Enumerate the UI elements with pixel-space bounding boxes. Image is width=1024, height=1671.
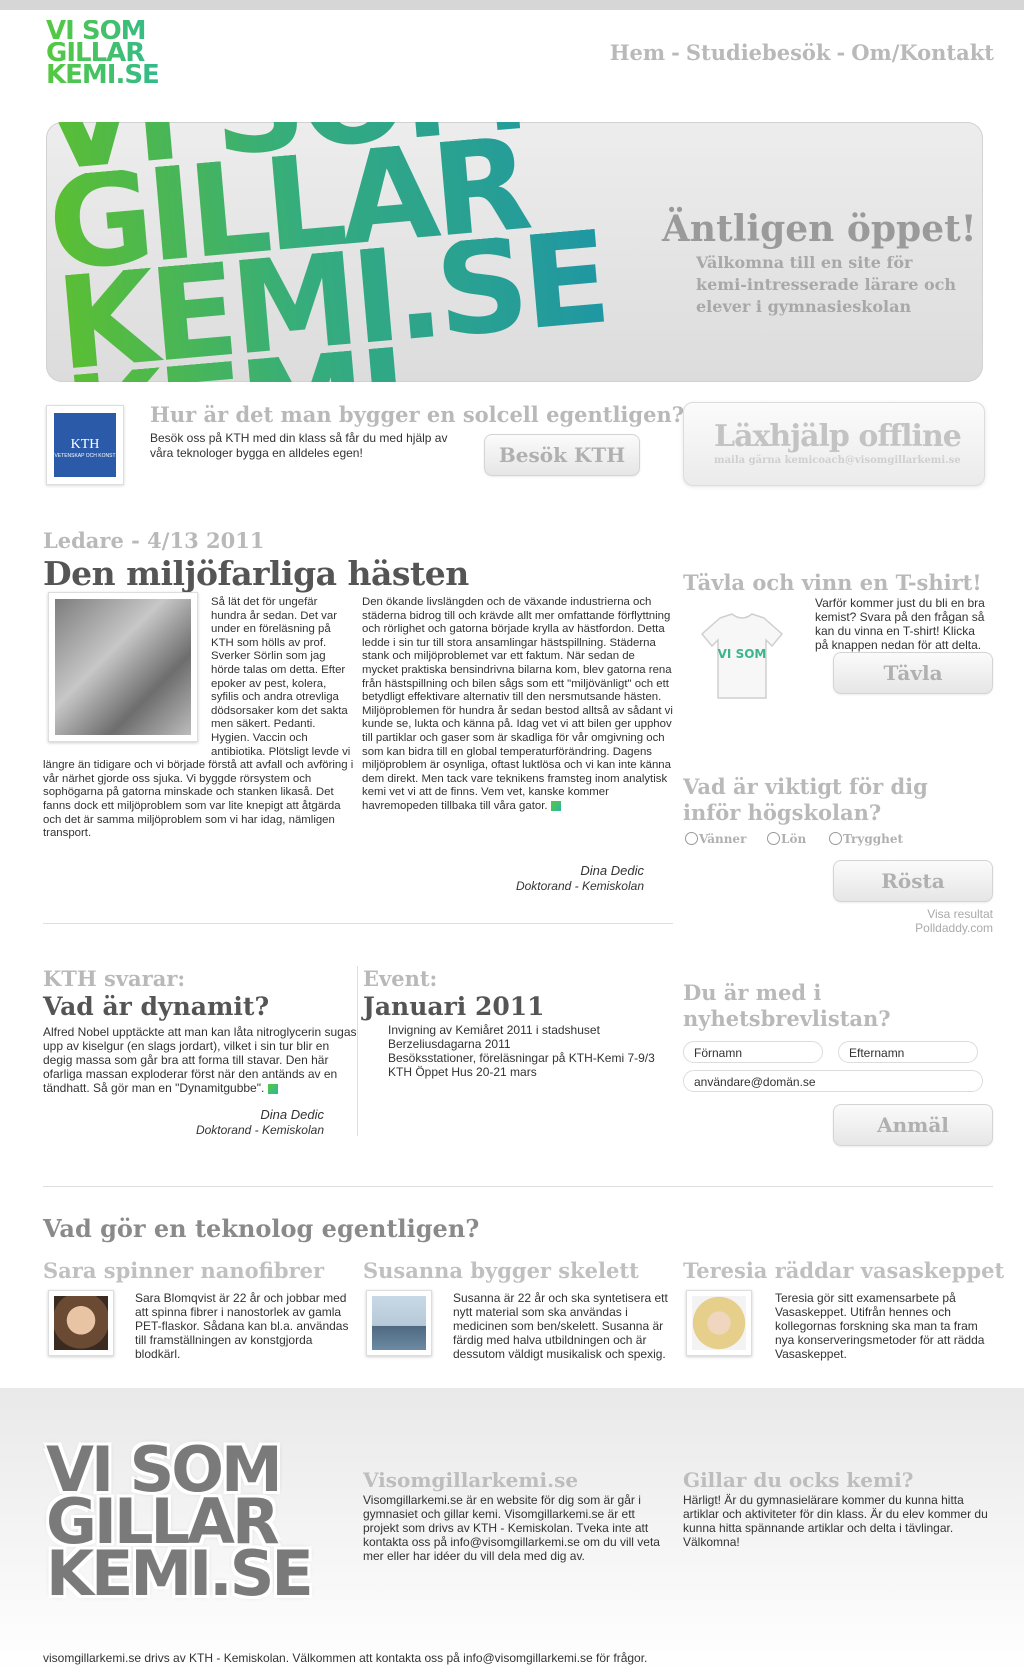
- vote-button[interactable]: Rösta: [833, 860, 993, 902]
- site-logo[interactable]: VI SOM GILLAR KEMI.SE: [46, 18, 184, 90]
- poll-provider-link[interactable]: Polldaddy.com: [833, 921, 993, 935]
- nav-contact-link[interactable]: Om/Kontakt: [851, 40, 994, 65]
- editorial-text-2: Den ökande livslängden och de växande in…: [362, 596, 673, 812]
- poll-option-label: Lön: [781, 832, 807, 846]
- divider: [43, 923, 673, 924]
- avatar-image: [372, 1296, 426, 1350]
- nav-separator: -: [836, 40, 846, 65]
- newsletter-heading: Du är med i nyhetsbrevlistan?: [683, 980, 891, 1031]
- homework-help-title: Läxhjälp offline: [714, 419, 962, 454]
- kth-answers-text: Alfred Nobel upptäckte att man kan låta …: [43, 1025, 358, 1095]
- end-mark-icon: [550, 800, 561, 811]
- nav-home-link[interactable]: Hem: [610, 40, 665, 65]
- logo-line: KEMI.SE: [46, 62, 184, 88]
- divider: [43, 1186, 993, 1187]
- avatar-sara[interactable]: [48, 1290, 114, 1356]
- nav-study-visit-link[interactable]: Studiebesök: [686, 40, 831, 65]
- top-bar: [0, 0, 1024, 10]
- poll-results-link[interactable]: Visa resultat: [833, 907, 993, 921]
- event-item: Invigning av Kemiåret 2011 i stadshuset: [388, 1023, 600, 1037]
- event-list: Invigning av Kemiåret 2011 i stadshuset …: [388, 1023, 668, 1079]
- footer-also-heading: Gillar du ocks kemi?: [683, 1468, 914, 1492]
- teknolog-title-sara[interactable]: Sara spinner nanofibrer: [43, 1258, 324, 1283]
- kth-answers-author-role: Doktorand - Kemiskolan: [195, 1123, 324, 1137]
- last-name-input[interactable]: Efternamn: [838, 1041, 978, 1063]
- poll-option-salary[interactable]: Lön: [767, 832, 806, 846]
- avatar-susanna[interactable]: [366, 1290, 432, 1356]
- footer-also-text: Härligt! Är du gymnasielärare kommer du …: [683, 1493, 988, 1549]
- hero-subtitle: Välkomna till en site för kemi-intresser…: [696, 253, 957, 316]
- kth-logo[interactable]: KTH VETENSKAP OCH KONST: [46, 405, 124, 485]
- kth-answers-kicker: KTH svarar:: [43, 966, 186, 991]
- hero-logo-art: VI SOM GILLAR KEMI.SE KEMI: [46, 122, 617, 382]
- poll-option-friends[interactable]: Vänner: [685, 832, 746, 846]
- teknolog-title-susanna[interactable]: Susanna bygger skelett: [363, 1258, 639, 1283]
- tshirt-image: VI SOM: [700, 613, 784, 699]
- main-nav: Hem - Studiebesök - Om/Kontakt: [610, 40, 994, 65]
- teknolog-heading: Vad gör en teknolog egentligen?: [43, 1214, 480, 1243]
- radio-button[interactable]: [829, 832, 842, 845]
- event-title: Januari 2011: [363, 992, 545, 1021]
- avatar-image: [692, 1296, 746, 1350]
- homework-help-box[interactable]: Läxhjälp offline maila gärna kemicoach@v…: [683, 402, 985, 486]
- kth-promo-text: Besök oss på KTH med din klass så får du…: [150, 431, 448, 460]
- column-divider: [357, 966, 358, 1136]
- editorial-author: Dina Dedic: [580, 863, 644, 878]
- editorial-title[interactable]: Den miljöfarliga hästen: [43, 554, 469, 593]
- visit-kth-button[interactable]: Besök KTH: [484, 434, 640, 476]
- poll-option-label: Trygghet: [843, 832, 904, 846]
- email-input[interactable]: användare@domän.se: [683, 1070, 983, 1092]
- kth-answers-body: Alfred Nobel upptäckte att man kan låta …: [43, 1025, 357, 1095]
- avatar-teresia[interactable]: [686, 1290, 752, 1356]
- contest-button[interactable]: Tävla: [833, 652, 993, 694]
- kth-promo-heading: Hur är det man bygger en solcell egentli…: [150, 402, 685, 427]
- editorial-column-1: Så lät det för ungefär hundra år sedan. …: [43, 596, 355, 841]
- hero-banner: VI SOM GILLAR KEMI.SE KEMI Äntligen öppe…: [46, 122, 983, 382]
- editorial-author-role: Doktorand - Kemiskolan: [515, 879, 644, 893]
- poll-heading: Vad är viktigt för dig inför högskolan?: [683, 774, 928, 825]
- avatar-image: [54, 1296, 108, 1350]
- contest-text: Varför kommer just du bli en bra kemist?…: [815, 596, 985, 652]
- radio-button[interactable]: [767, 832, 780, 845]
- teknolog-title-teresia[interactable]: Teresia räddar vasaskeppet: [683, 1258, 1004, 1283]
- footer-bottom-text: visomgillarkemi.se drivs av KTH - Kemisk…: [43, 1651, 648, 1665]
- first-name-input[interactable]: Förnamn: [683, 1041, 823, 1063]
- teknolog-text-sara: Sara Blomqvist är 22 år och jobbar med a…: [135, 1291, 349, 1361]
- event-item: KTH Öppet Hus 20-21 mars: [388, 1065, 537, 1079]
- event-item: Berzeliusdagarna 2011: [388, 1037, 511, 1051]
- teknolog-text-teresia: Teresia gör sitt examensarbete på Vasask…: [775, 1291, 985, 1361]
- subscribe-button[interactable]: Anmäl: [833, 1104, 993, 1146]
- editorial-column-2: Den ökande livslängden och de växande in…: [362, 596, 674, 814]
- kth-logo-text: KTH: [70, 437, 100, 452]
- poll-option-label: Vänner: [699, 832, 747, 846]
- nav-separator: -: [671, 40, 680, 65]
- kth-logo-subtext: VETENSKAP OCH KONST: [54, 453, 116, 459]
- footer-about-text: Visomgillarkemi.se är en website för dig…: [363, 1493, 660, 1563]
- footer-logo-line: KEMI.SE: [46, 1537, 314, 1610]
- kth-answers-title[interactable]: Vad är dynamit?: [43, 992, 269, 1021]
- radio-button[interactable]: [685, 832, 698, 845]
- end-mark-icon: [267, 1083, 278, 1094]
- footer-about-heading: Visomgillarkemi.se: [363, 1468, 579, 1492]
- kth-answers-author: Dina Dedic: [260, 1107, 324, 1122]
- poll-option-security[interactable]: Trygghet: [829, 832, 903, 846]
- contest-heading: Tävla och vinn en T-shirt!: [683, 570, 982, 595]
- homework-help-email[interactable]: maila gärna kemicoach@visomgillarkemi.se: [714, 455, 961, 466]
- hero-title: Äntligen öppet!: [662, 208, 977, 250]
- event-item: Besöksstationer, föreläsningar på KTH-Ke…: [388, 1051, 655, 1065]
- editorial-kicker: Ledare - 4/13 2011: [43, 528, 265, 553]
- event-kicker: Event:: [363, 966, 438, 991]
- kth-logo-image: KTH VETENSKAP OCH KONST: [54, 413, 116, 477]
- footer-logo[interactable]: VI SOM GILLAR KEMI.SE: [46, 1439, 342, 1610]
- photo-spacer: [43, 596, 211, 750]
- tshirt-print: VI SOM: [718, 647, 767, 661]
- teknolog-text-susanna: Susanna är 22 år och ska syntetisera ett…: [453, 1291, 668, 1361]
